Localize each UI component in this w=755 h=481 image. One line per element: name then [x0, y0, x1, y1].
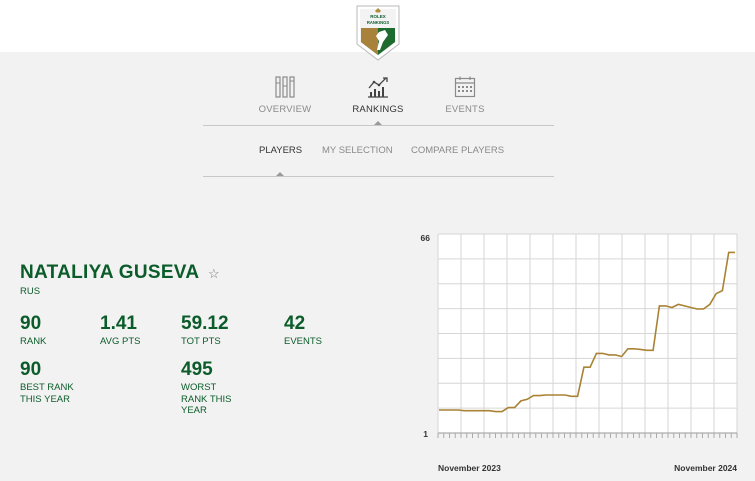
logo-text-rolex: ROLEX — [370, 14, 386, 19]
tab-events-label: EVENTS — [445, 104, 485, 115]
chart-x-ticks — [437, 432, 738, 438]
player-country: RUS — [20, 286, 41, 297]
stat-avg-pts: 1.41 AVG PTS — [100, 314, 140, 348]
stat-tot-pts: 59.12 TOT PTS — [181, 314, 229, 348]
tab-overview-label: OVERVIEW — [258, 104, 312, 115]
stat-events-value: 42 — [284, 313, 306, 334]
subtab-compare-players[interactable]: COMPARE PLAYERS — [411, 145, 504, 156]
stat-worst-rank-label: WORST RANK THIS YEAR — [181, 382, 232, 416]
active-subtab-caret — [276, 172, 284, 176]
y-axis-top-label: 66 — [421, 233, 431, 243]
stat-best-rank-label: BEST RANK THIS YEAR — [20, 382, 74, 405]
stat-rank: 90 RANK — [20, 314, 46, 348]
overview-icon — [275, 76, 295, 98]
stat-tot-pts-value: 59.12 — [181, 313, 229, 334]
calendar-icon — [454, 76, 476, 98]
favorite-star-icon[interactable]: ☆ — [208, 266, 220, 282]
main-nav-divider — [203, 125, 554, 126]
stat-rank-value: 90 — [20, 313, 42, 334]
stat-worst-rank-value: 495 — [181, 359, 213, 380]
stat-best-rank: 90 BEST RANK THIS YEAR — [20, 360, 90, 405]
sub-nav-divider — [203, 176, 554, 177]
x-axis-end-label: November 2024 — [674, 463, 737, 473]
stat-events: 42 EVENTS — [284, 314, 322, 348]
stat-events-label: EVENTS — [284, 336, 323, 347]
stat-rank-label: RANK — [20, 336, 47, 347]
rankings-chart-icon — [368, 77, 388, 98]
rolex-rankings-logo[interactable]: ROLEX RANKINGS — [355, 4, 401, 62]
subtab-my-selection[interactable]: MY SELECTION — [322, 145, 393, 156]
tab-rankings[interactable]: RANKINGS — [333, 76, 423, 115]
stat-best-rank-value: 90 — [20, 359, 42, 380]
active-tab-caret — [374, 121, 382, 125]
chart-grid — [437, 233, 738, 434]
subtab-players[interactable]: PLAYERS — [259, 145, 302, 156]
tab-rankings-label: RANKINGS — [352, 104, 404, 115]
sub-navigation: PLAYERS MY SELECTION COMPARE PLAYERS — [0, 145, 755, 159]
ranking-history-chart: 66 1 November 2023 November 2024 — [421, 233, 738, 473]
stat-tot-pts-label: TOT PTS — [181, 336, 221, 347]
stat-avg-pts-value: 1.41 — [100, 313, 137, 334]
tab-overview[interactable]: OVERVIEW — [240, 76, 330, 115]
stat-avg-pts-label: AVG PTS — [100, 336, 141, 347]
logo-text-rankings: RANKINGS — [367, 20, 390, 25]
main-navigation: OVERVIEW RANKINGS EVENTS — [0, 76, 755, 126]
x-axis-start-label: November 2023 — [438, 463, 501, 473]
y-axis-bottom-label: 1 — [423, 429, 428, 439]
tab-events[interactable]: EVENTS — [420, 76, 510, 115]
stat-worst-rank: 495 WORST RANK THIS YEAR — [181, 360, 241, 417]
player-name: NATALIYA GUSEVA — [20, 262, 200, 283]
